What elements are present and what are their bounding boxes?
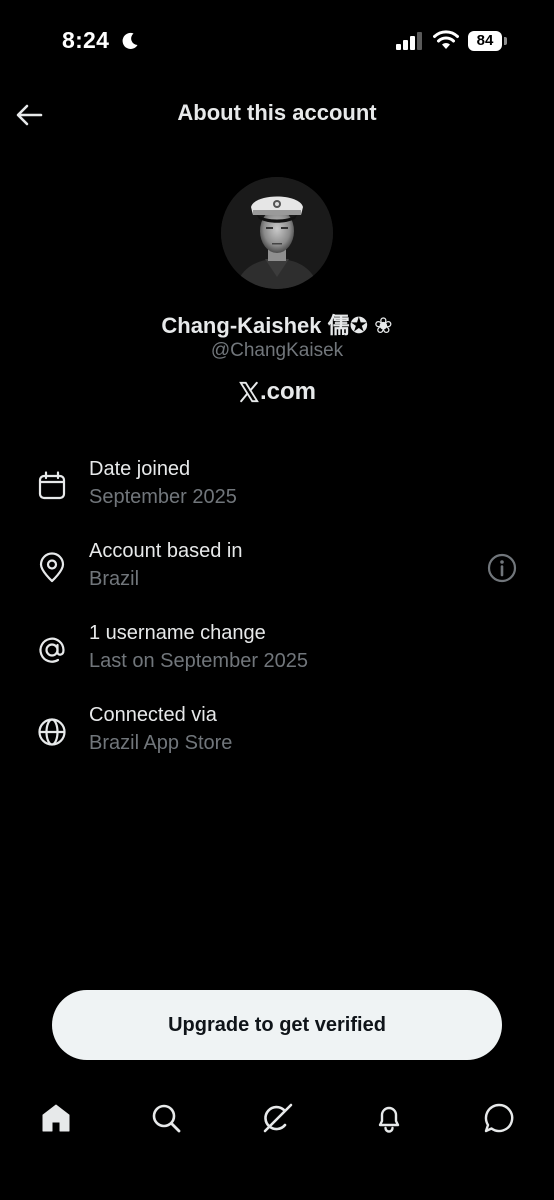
avatar[interactable] — [221, 177, 333, 289]
display-name: Chang-Kaishek 儒✪ ❀ — [161, 313, 393, 338]
x-logo-icon — [239, 381, 259, 403]
grok-icon — [263, 1103, 293, 1133]
info-label: Account based in — [89, 540, 243, 562]
status-bar: 8:24 84 — [0, 0, 554, 84]
nav-messages[interactable] — [481, 1100, 517, 1136]
status-time: 8:24 — [62, 27, 110, 53]
username-handle: @ChangKaisek — [210, 340, 344, 361]
info-circle-icon[interactable] — [486, 552, 518, 584]
nav-grok[interactable] — [259, 1100, 295, 1136]
search-icon — [152, 1104, 181, 1133]
info-value: Brazil App Store — [89, 732, 233, 754]
moon-icon — [122, 32, 138, 49]
messages-icon — [484, 1103, 514, 1133]
info-item-date-joined: Date joined September 2025 — [0, 458, 554, 522]
info-item-username-changes: 1 username change Last on September 2025 — [0, 622, 554, 686]
notifications-bell-icon — [378, 1106, 400, 1133]
affiliation-text: .com — [259, 378, 316, 405]
page-title: About this account — [177, 100, 377, 125]
info-item-account-location: Account based in Brazil — [0, 540, 554, 604]
info-label: 1 username change — [89, 622, 266, 644]
info-value: Last on September 2025 — [89, 650, 309, 672]
cellular-signal-icon — [396, 32, 422, 50]
calendar-icon — [38, 471, 66, 500]
wifi-icon — [433, 30, 459, 49]
info-value: Brazil — [89, 568, 140, 590]
nav-home[interactable] — [38, 1100, 74, 1136]
info-item-connected-via: Connected via Brazil App Store — [0, 704, 554, 768]
location-pin-icon — [39, 552, 65, 583]
avatar-portrait — [221, 177, 333, 289]
info-label: Connected via — [89, 704, 217, 726]
home-icon — [42, 1104, 70, 1132]
nav-notifications[interactable] — [371, 1100, 407, 1136]
info-label: Date joined — [89, 458, 191, 480]
nav-search[interactable] — [148, 1100, 184, 1136]
globe-icon — [38, 718, 66, 746]
at-sign-icon — [39, 637, 65, 663]
info-value: September 2025 — [89, 486, 237, 508]
affiliation-row[interactable]: .com — [0, 378, 554, 406]
bottom-nav — [0, 1090, 554, 1146]
upgrade-verified-button[interactable]: Upgrade to get verified — [52, 990, 502, 1060]
battery-indicator: 84 — [468, 31, 502, 51]
battery-nub — [504, 37, 507, 45]
